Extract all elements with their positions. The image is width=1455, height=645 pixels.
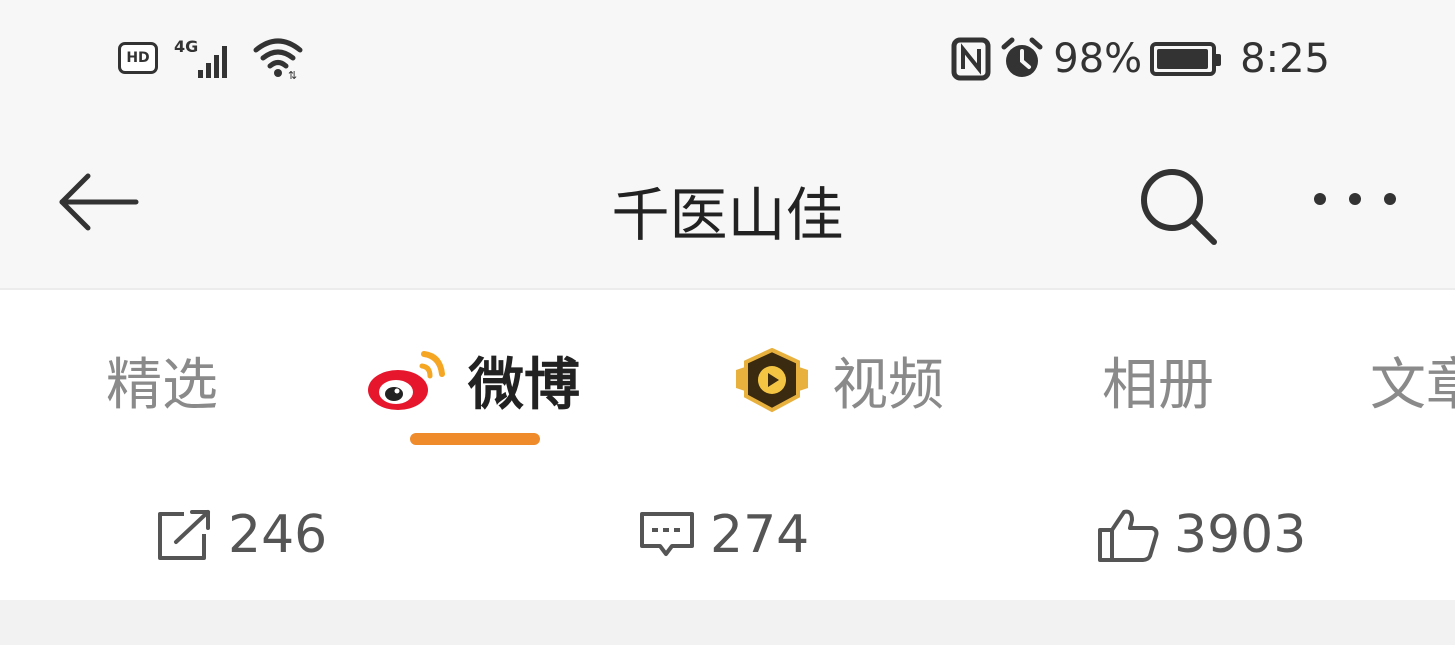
battery-percent: 98% — [1053, 36, 1143, 82]
signal-4g-icon: 4G — [174, 37, 227, 78]
comment-icon — [640, 512, 694, 556]
repost-count: 246 — [228, 505, 328, 565]
tab-label: 微博 — [468, 353, 580, 418]
post-stats-bar: 246 274 3903 — [0, 460, 1455, 600]
repost-button[interactable]: 246 — [154, 505, 327, 565]
tab-weibo[interactable]: 微博 — [366, 340, 580, 421]
tab-album[interactable]: 相册 — [1102, 340, 1214, 421]
wifi-icon: ⇅ — [253, 38, 303, 80]
active-tab-indicator — [410, 433, 540, 445]
nfc-icon — [951, 37, 991, 81]
tab-label: 相册 — [1102, 353, 1214, 418]
svg-text:4G: 4G — [174, 37, 198, 56]
battery-icon — [1150, 42, 1222, 76]
hd-icon: HD — [118, 42, 158, 74]
status-bar: HD 4G ⇅ 98% 8:25 — [0, 0, 1455, 120]
battery-fill — [1157, 49, 1209, 69]
tab-featured[interactable]: 精选 — [106, 340, 218, 421]
weibo-logo-icon — [368, 350, 445, 410]
more-icon[interactable] — [1308, 182, 1402, 216]
alarm-icon — [1001, 37, 1043, 77]
like-button[interactable]: 3903 — [1096, 505, 1306, 565]
share-icon — [158, 510, 210, 560]
status-right: 98% 8:25 — [951, 36, 1330, 82]
tab-video[interactable]: 视频 — [734, 340, 944, 421]
tab-label: 文章 — [1370, 353, 1455, 418]
clock: 8:25 — [1240, 36, 1330, 82]
tab-label: 视频 — [832, 353, 944, 418]
search-icon[interactable] — [1136, 164, 1222, 250]
tab-label: 精选 — [106, 353, 218, 418]
tab-articles[interactable]: 文章 — [1370, 340, 1455, 421]
video-badge-icon — [736, 347, 808, 412]
like-count: 3903 — [1174, 505, 1307, 565]
page-title: 千医山佳 — [611, 181, 844, 249]
nav-bar: 千医山佳 — [0, 120, 1455, 290]
comment-count: 274 — [710, 505, 810, 565]
comment-button[interactable]: 274 — [636, 505, 809, 565]
section-divider — [0, 600, 1455, 645]
tab-bar: 精选 微博 视频 相册 文章 — [0, 290, 1455, 460]
svg-text:⇅: ⇅ — [288, 69, 297, 80]
status-left: HD 4G ⇅ — [118, 36, 308, 80]
thumbs-up-icon — [1098, 509, 1159, 562]
